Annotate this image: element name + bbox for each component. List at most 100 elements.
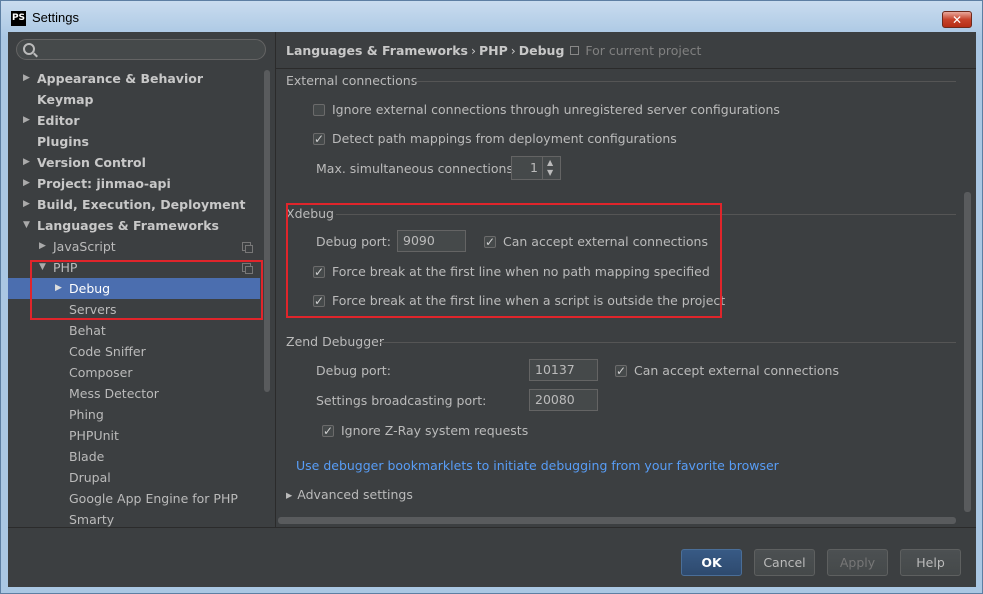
zend-port-input[interactable]: 10137 <box>529 359 598 381</box>
sidebar-item-blade[interactable]: Blade <box>8 446 264 467</box>
sidebar-item-label: Code Sniffer <box>69 344 146 359</box>
collapse-arrow-icon[interactable]: ▼ <box>23 215 30 236</box>
ignore-zray-checkbox[interactable]: Ignore Z-Ray system requests <box>322 423 528 439</box>
settings-sidebar: ▶ Appearance & Behavior Keymap ▶ Editor … <box>8 32 275 527</box>
external-connections-title: External connections <box>286 73 418 88</box>
broadcast-port-input[interactable]: 20080 <box>529 389 598 411</box>
checkbox-box[interactable] <box>484 234 496 250</box>
group-divider <box>380 342 956 343</box>
dialog-body: ▶ Appearance & Behavior Keymap ▶ Editor … <box>8 32 976 587</box>
content-horizontal-scrollbar[interactable] <box>278 517 956 524</box>
spinner-up-icon[interactable]: ▲ <box>547 158 553 167</box>
spinner-buttons: ▲ ▼ <box>542 157 560 179</box>
sidebar-item-label: Debug <box>69 281 111 296</box>
sidebar-item-phing[interactable]: Phing <box>8 404 264 425</box>
force-break-no-mapping-checkbox[interactable]: Force break at the first line when no pa… <box>313 264 710 280</box>
sidebar-item-build-execution-deployment[interactable]: ▶ Build, Execution, Deployment <box>8 194 264 215</box>
sidebar-item-debug[interactable]: ▶ Debug <box>8 278 260 299</box>
content-vertical-scrollbar[interactable] <box>964 192 971 512</box>
sidebar-item-behat[interactable]: Behat <box>8 320 264 341</box>
checkbox-label: Detect path mappings from deployment con… <box>332 131 677 146</box>
sidebar-item-label: Behat <box>69 323 106 338</box>
zend-accept-external-checkbox[interactable]: Can accept external connections <box>615 363 839 379</box>
debugger-bookmarklets-link[interactable]: Use debugger bookmarklets to initiate de… <box>296 458 779 473</box>
breadcrumb-separator: › <box>470 43 476 58</box>
checkbox-box[interactable] <box>322 423 334 439</box>
expand-arrow-icon[interactable]: ▶ <box>23 152 30 173</box>
apply-button[interactable]: Apply <box>827 549 888 576</box>
search-input[interactable] <box>16 39 266 60</box>
cancel-button[interactable]: Cancel <box>754 549 815 576</box>
collapse-arrow-icon[interactable]: ▼ <box>39 257 46 278</box>
sidebar-item-label: PHPUnit <box>69 428 119 443</box>
footer-divider <box>8 527 976 528</box>
close-button[interactable]: ✕ <box>942 11 972 28</box>
sidebar-item-label: Servers <box>69 302 117 317</box>
xdebug-title: Xdebug <box>286 206 334 221</box>
breadcrumb-separator: › <box>510 43 516 58</box>
sidebar-item-mess-detector[interactable]: Mess Detector <box>8 383 264 404</box>
sidebar-item-languages-frameworks[interactable]: ▼ Languages & Frameworks <box>8 215 264 236</box>
sidebar-item-project[interactable]: ▶ Project: jinmao-api <box>8 173 264 194</box>
sidebar-item-label: Drupal <box>69 470 111 485</box>
sidebar-item-appearance-behavior[interactable]: ▶ Appearance & Behavior <box>8 68 264 89</box>
checkbox-box[interactable] <box>313 131 325 147</box>
sidebar-item-label: Keymap <box>37 92 94 107</box>
expand-arrow-icon[interactable]: ▸ <box>286 487 292 502</box>
sidebar-scrollbar[interactable] <box>264 70 270 392</box>
sidebar-item-javascript[interactable]: ▶ JavaScript <box>8 236 264 257</box>
detect-path-mappings-checkbox[interactable]: Detect path mappings from deployment con… <box>313 131 677 147</box>
expand-arrow-icon[interactable]: ▶ <box>23 68 30 89</box>
zend-debugger-title: Zend Debugger <box>286 334 384 349</box>
project-scope-icon <box>242 242 253 253</box>
project-scope-label: For current project <box>585 43 702 58</box>
checkbox-label: Force break at the first line when no pa… <box>332 264 710 279</box>
checkbox-label: Ignore external connections through unre… <box>332 102 780 117</box>
checkbox-box[interactable] <box>313 104 325 116</box>
breadcrumb-debug: Debug <box>518 43 565 58</box>
force-break-outside-project-checkbox[interactable]: Force break at the first line when a scr… <box>313 293 725 309</box>
expand-arrow-icon[interactable]: ▶ <box>23 173 30 194</box>
window-title: Settings <box>32 10 79 25</box>
checkbox-box[interactable] <box>313 293 325 309</box>
sidebar-item-editor[interactable]: ▶ Editor <box>8 110 264 131</box>
xdebug-accept-external-checkbox[interactable]: Can accept external connections <box>484 234 708 250</box>
settings-window: PS Settings ✕ ▶ Appearance & Behavior Ke… <box>0 0 983 594</box>
expand-arrow-icon[interactable]: ▶ <box>23 110 30 131</box>
sidebar-item-code-sniffer[interactable]: Code Sniffer <box>8 341 264 362</box>
zend-port-label: Debug port: <box>316 363 391 378</box>
group-divider <box>414 81 956 82</box>
advanced-settings-label: Advanced settings <box>297 487 413 502</box>
expand-arrow-icon[interactable]: ▶ <box>23 194 30 215</box>
checkbox-label: Ignore Z-Ray system requests <box>341 423 529 438</box>
expand-arrow-icon[interactable]: ▶ <box>39 236 46 257</box>
max-connections-label: Max. simultaneous connections: <box>316 161 518 176</box>
sidebar-item-keymap[interactable]: Keymap <box>8 89 264 110</box>
sidebar-item-phpunit[interactable]: PHPUnit <box>8 425 264 446</box>
ok-button[interactable]: OK <box>681 549 742 576</box>
sidebar-item-version-control[interactable]: ▶ Version Control <box>8 152 264 173</box>
checkbox-label: Force break at the first line when a scr… <box>332 293 726 308</box>
group-divider <box>336 214 956 215</box>
checkbox-box[interactable] <box>313 264 325 280</box>
advanced-settings-toggle[interactable]: ▸ Advanced settings <box>286 487 413 502</box>
sidebar-item-label: Blade <box>69 449 105 464</box>
sidebar-item-label: Appearance & Behavior <box>37 71 203 86</box>
ignore-external-connections-checkbox[interactable]: Ignore external connections through unre… <box>313 102 780 118</box>
project-scope-icon <box>570 46 580 55</box>
sidebar-item-label: Plugins <box>37 134 89 149</box>
sidebar-item-php[interactable]: ▼ PHP <box>8 257 264 278</box>
project-scope-note: For current project <box>570 43 701 58</box>
sidebar-item-plugins[interactable]: Plugins <box>8 131 264 152</box>
checkbox-label: Can accept external connections <box>503 234 708 249</box>
help-button[interactable]: Help <box>900 549 961 576</box>
max-connections-spinner[interactable]: 1 ▲ ▼ <box>511 156 561 180</box>
sidebar-item-servers[interactable]: Servers <box>8 299 264 320</box>
checkbox-box[interactable] <box>615 363 627 379</box>
xdebug-port-input[interactable]: 9090 <box>397 230 466 252</box>
sidebar-item-google-app-engine[interactable]: Google App Engine for PHP <box>8 488 264 509</box>
sidebar-item-drupal[interactable]: Drupal <box>8 467 264 488</box>
expand-arrow-icon[interactable]: ▶ <box>55 278 62 299</box>
sidebar-item-composer[interactable]: Composer <box>8 362 264 383</box>
spinner-down-icon[interactable]: ▼ <box>547 168 553 177</box>
